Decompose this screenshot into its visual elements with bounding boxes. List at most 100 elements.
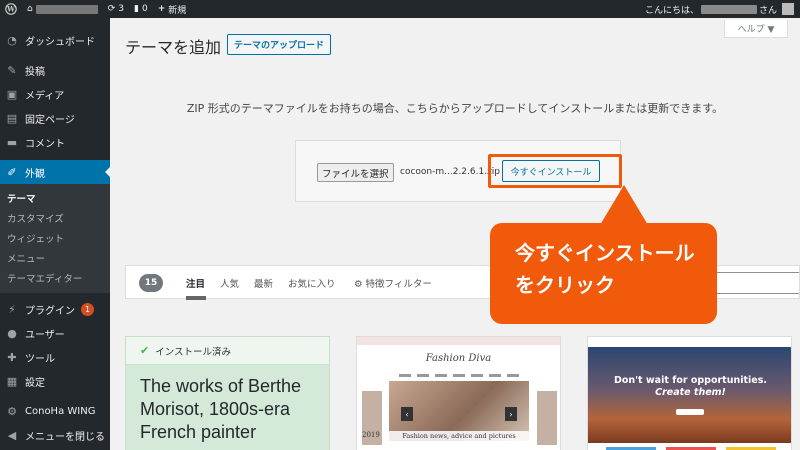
tab-latest[interactable]: 最新 [254, 276, 273, 290]
sidebar-item-label: ユーザー [25, 329, 65, 341]
avatar [782, 3, 794, 15]
site-name-redacted [35, 4, 98, 14]
gear-icon: ⚙ [354, 279, 366, 290]
appearance-submenu: テーマ カスタマイズ ウィジェット メニュー テーマエディター [0, 184, 110, 293]
submenu-item-menus[interactable]: メニュー [0, 248, 110, 268]
wordpress-logo-icon[interactable]: W [0, 0, 22, 18]
plus-icon: + [157, 4, 166, 14]
callout-line1: 今すぐインストール [515, 241, 695, 265]
installed-label: インストール済み [155, 346, 232, 358]
preview-headline-line2: Create them! [655, 387, 726, 398]
comment-icon: ▬ [6, 135, 18, 149]
preview-cta-button [676, 409, 704, 415]
theme-card-fashion[interactable]: Fashion Diva ‹ › Fashion news, advice an… [356, 336, 561, 450]
plug-icon: ⚡ [8, 302, 16, 316]
sidebar-item-posts[interactable]: ✎ 投稿 [0, 58, 110, 82]
sidebar-item-label: 投稿 [25, 66, 45, 78]
upload-description: ZIP 形式のテーマファイルをお持ちの場合、こちらからアップロードしてインストー… [186, 102, 724, 115]
install-now-button[interactable]: 今すぐインストール [502, 160, 600, 182]
submenu-item-theme-editor[interactable]: テーマエディター [0, 268, 110, 288]
sidebar-item-label: メニューを閉じる [25, 431, 105, 443]
sidebar-item-label: メディア [25, 90, 65, 102]
feature-filter-button[interactable]: ⚙ 特徴フィルター [354, 276, 432, 290]
checkmark-icon: ✔ [140, 344, 150, 357]
preview-caption: Fashion news, advice and pictures [389, 431, 529, 441]
tab-popular[interactable]: 人気 [220, 276, 239, 290]
chevron-right-icon: › [505, 407, 517, 421]
sidebar-item-label: コメント [25, 138, 65, 150]
sidebar-item-media[interactable]: ▣ メディア [0, 82, 110, 106]
tab-featured[interactable]: 注目 [186, 276, 205, 290]
callout-pointer [600, 185, 648, 225]
preview-year: 2019 [362, 431, 380, 439]
updates-icon: ⟳ [107, 4, 116, 14]
greeting-text: こんにちは、 [644, 5, 699, 16]
sidebar-item-label: プラグイン [25, 305, 75, 317]
sidebar-item-appearance[interactable]: ✐ 外観 [0, 160, 110, 184]
tab-favorites[interactable]: お気に入り [288, 276, 336, 290]
gear-icon: ⚙ [7, 404, 17, 418]
page-title: テーマを追加 [125, 38, 222, 57]
sidebar-item-pages[interactable]: ▤ 固定ページ [0, 106, 110, 130]
upload-theme-button[interactable]: テーマのアップロード [227, 34, 332, 55]
comments-count: 0 [141, 4, 148, 14]
submenu-item-customize[interactable]: カスタマイズ [0, 208, 110, 228]
sidebar-item-label: 設定 [25, 377, 45, 389]
username-redacted [700, 4, 757, 14]
sidebar-item-tools[interactable]: ✚ ツール [0, 345, 110, 369]
sidebar-item-comments[interactable]: ▬ コメント [0, 130, 110, 154]
theme-preview-title: The works of Berthe Morisot, 1800s-era F… [140, 376, 302, 442]
preview-topbar [357, 337, 560, 345]
account-menu[interactable]: こんにちは、 さん [645, 3, 800, 16]
new-content-link[interactable]: + 新規 [153, 0, 192, 18]
sidebar-item-label: ツール [25, 353, 55, 365]
home-icon: ⌂ [27, 4, 33, 14]
sidebar-item-users[interactable]: ● ユーザー [0, 321, 110, 345]
plugin-update-badge: 1 [81, 302, 94, 316]
sidebar-item-label: 固定ページ [25, 114, 75, 126]
updates-link[interactable]: ⟳ 3 [103, 0, 129, 18]
preview-nav [588, 337, 791, 347]
feature-filter-label: 特徴フィルター [365, 279, 432, 290]
dashboard-icon: ◔ [7, 33, 17, 47]
svg-text:W: W [6, 5, 15, 14]
page-icon: ▤ [6, 111, 18, 125]
user-icon: ● [7, 326, 17, 340]
theme-card-travel[interactable]: Don't wait for opportunities. Create the… [587, 336, 792, 450]
choose-file-button[interactable]: ファイルを選択 [317, 163, 394, 182]
instruction-callout: 今すぐインストール をクリック [490, 223, 717, 324]
theme-card-installed[interactable]: ✔ インストール済み The works of Berthe Morisot, … [125, 336, 330, 450]
sidebar-item-label: 外観 [25, 168, 45, 180]
updates-count: 3 [118, 4, 124, 14]
comments-link[interactable]: ▮ 0 [129, 0, 153, 18]
admin-sidebar: ◔ ダッシュボード ✎ 投稿 ▣ メディア ▤ 固定ページ ▬ コメント ✐ 外… [0, 18, 110, 450]
preview-headline-line1: Don't wait for opportunities. [613, 375, 768, 386]
submenu-item-themes[interactable]: テーマ [0, 188, 110, 208]
sidebar-item-dashboard[interactable]: ◔ ダッシュボード [0, 28, 110, 52]
sidebar-item-label: ダッシュボード [25, 36, 95, 48]
preview-headline: Don't wait for opportunities. Create the… [588, 375, 791, 399]
collapse-icon: ◀ [7, 428, 17, 442]
theme-count-badge: 15 [139, 274, 163, 292]
callout-line2: をクリック [515, 273, 615, 297]
sidebar-item-label: ConoHa WING [25, 405, 96, 417]
media-icon: ▣ [6, 87, 18, 101]
preview-nav [357, 374, 560, 377]
site-menu[interactable]: ⌂ [22, 0, 103, 18]
help-tab-button[interactable]: ヘルプ ▼ [724, 20, 788, 38]
chevron-left-icon: ‹ [401, 407, 413, 421]
admin-bar: W ⌂ ⟳ 3 ▮ 0 + 新規 こんにちは、 さん [0, 0, 800, 18]
collapse-menu-button[interactable]: ◀ メニューを閉じる [0, 423, 110, 447]
sidebar-item-settings[interactable]: ▦ 設定 [0, 369, 110, 393]
submenu-item-widgets[interactable]: ウィジェット [0, 228, 110, 248]
sidebar-item-conoha-wing[interactable]: ⚙ ConoHa WING [0, 399, 110, 423]
installed-notice: ✔ インストール済み [126, 337, 329, 365]
settings-icon: ▦ [6, 374, 18, 388]
new-label: 新規 [168, 5, 187, 16]
brush-icon: ✐ [7, 165, 17, 179]
sidebar-item-plugins[interactable]: ⚡ プラグイン 1 [0, 297, 110, 321]
wrench-icon: ✚ [7, 350, 17, 364]
pin-icon: ✎ [7, 63, 17, 77]
greeting-suffix: さん [758, 5, 777, 16]
comment-bubble-icon: ▮ [134, 4, 139, 14]
